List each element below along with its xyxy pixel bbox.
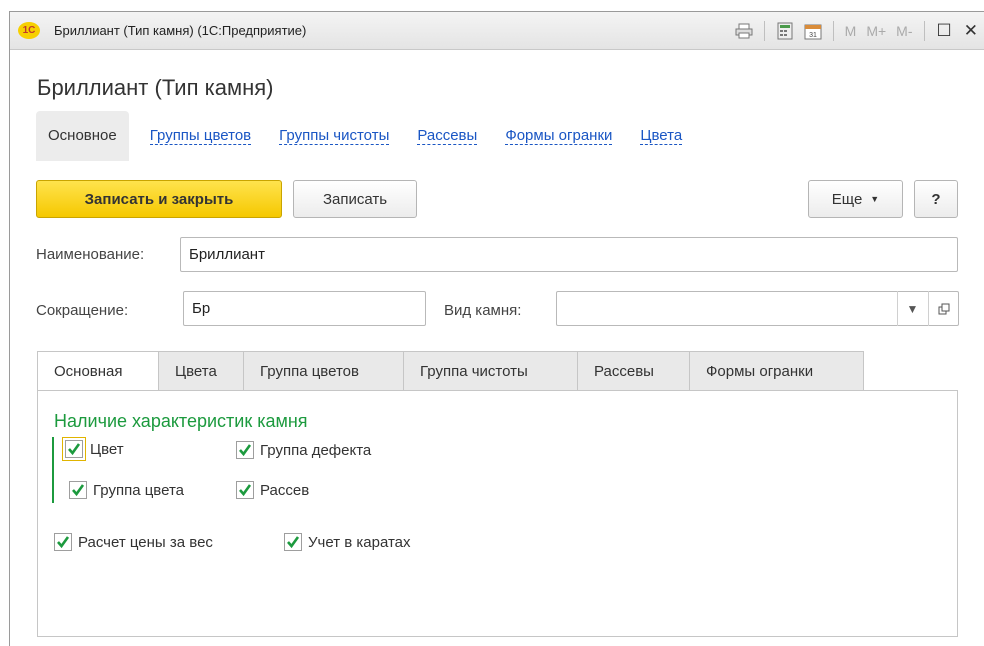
- nav-item-main[interactable]: Основное: [36, 111, 129, 161]
- form-window: 1С Бриллиант (Тип камня) (1С:Предприятие…: [9, 11, 984, 646]
- close-icon[interactable]: ✕: [964, 21, 978, 41]
- checkbox-box: [69, 481, 87, 499]
- checkbox-label: Расчет цены за вес: [78, 533, 213, 551]
- name-label: Наименование:: [36, 246, 145, 263]
- title-bar-tools: 31 M M+ M- ☐ ✕: [730, 12, 984, 50]
- checkbox-color[interactable]: Цвет: [62, 437, 124, 461]
- checkbox-label: Рассев: [260, 481, 310, 499]
- nav-item-colors[interactable]: Цвета: [640, 127, 683, 145]
- checkbox-label: Цвет: [90, 440, 124, 458]
- tab-clarity-group[interactable]: Группа чистоты: [404, 351, 578, 391]
- tab-main[interactable]: Основная: [37, 351, 159, 391]
- open-icon[interactable]: [928, 291, 958, 326]
- nav-item-clarity-groups[interactable]: Группы чистоты: [279, 127, 390, 145]
- checkbox-label: Группа дефекта: [260, 441, 372, 459]
- tab-color-group[interactable]: Группа цветов: [244, 351, 404, 391]
- separator: [923, 21, 925, 41]
- name-field[interactable]: Бриллиант: [180, 237, 958, 272]
- form-navigation: Основное Группы цветов Группы чистоты Ра…: [36, 111, 710, 161]
- calendar-icon[interactable]: 31: [802, 20, 824, 42]
- title-bar: 1С Бриллиант (Тип камня) (1С:Предприятие…: [10, 12, 984, 50]
- window-title: Бриллиант (Тип камня) (1С:Предприятие): [54, 23, 307, 38]
- memory-button-m-plus[interactable]: M+: [866, 23, 886, 39]
- checkbox-box: [236, 441, 254, 459]
- checkbox-price-by-weight[interactable]: Расчет цены за вес: [54, 533, 213, 551]
- print-icon[interactable]: [733, 20, 755, 42]
- checkbox-box: [65, 440, 83, 458]
- maximize-icon[interactable]: ☐: [937, 21, 952, 41]
- stone-kind-label: Вид камня:: [444, 302, 522, 319]
- checkbox-color-group[interactable]: Группа цвета: [69, 481, 184, 499]
- calculator-icon[interactable]: [774, 20, 796, 42]
- separator: [832, 21, 834, 41]
- checkmark-icon: [57, 536, 70, 549]
- checkbox-box: [284, 533, 302, 551]
- checkbox-box: [236, 481, 254, 499]
- svg-text:31: 31: [809, 32, 817, 39]
- chevron-down-icon: ▼: [870, 194, 880, 204]
- more-button[interactable]: Еще ▼: [808, 180, 903, 218]
- tab-cut-shapes[interactable]: Формы огранки: [690, 351, 864, 391]
- help-button[interactable]: ?: [914, 180, 958, 218]
- nav-item-cut-shapes[interactable]: Формы огранки: [505, 127, 613, 145]
- checkmark-icon: [72, 484, 85, 497]
- tab-bar: Основная Цвета Группа цветов Группа чист…: [37, 351, 864, 391]
- checkmark-icon: [239, 484, 252, 497]
- save-button[interactable]: Записать: [293, 180, 417, 218]
- checkbox-defect-group[interactable]: Группа дефекта: [236, 441, 371, 459]
- group-indicator-bar: [52, 437, 54, 503]
- focus-ring: [62, 437, 86, 461]
- memory-button-m-minus[interactable]: M-: [896, 23, 912, 39]
- nav-item-color-groups[interactable]: Группы цветов: [149, 127, 252, 145]
- app-logo-icon: 1С: [18, 22, 40, 39]
- checkbox-box: [54, 533, 72, 551]
- short-name-label: Сокращение:: [36, 302, 129, 319]
- nav-item-sieves[interactable]: Рассевы: [417, 127, 478, 145]
- group-title: Наличие характеристик камня: [54, 411, 308, 431]
- checkmark-icon: [68, 443, 81, 456]
- checkmark-icon: [239, 444, 252, 457]
- tab-panel-main: Наличие характеристик камня Цвет Группа …: [37, 390, 958, 637]
- separator: [763, 21, 765, 41]
- short-name-field[interactable]: Бр: [183, 291, 426, 326]
- more-button-label: Еще: [831, 190, 863, 208]
- checkbox-sieve[interactable]: Рассев: [236, 481, 309, 499]
- save-and-close-button[interactable]: Записать и закрыть: [36, 180, 282, 218]
- tab-colors[interactable]: Цвета: [159, 351, 244, 391]
- checkmark-icon: [287, 536, 300, 549]
- checkbox-label: Группа цвета: [93, 481, 184, 499]
- memory-button-m[interactable]: M: [845, 23, 857, 39]
- checkbox-carat-accounting[interactable]: Учет в каратах: [284, 533, 411, 551]
- page-title: Бриллиант (Тип камня): [37, 75, 274, 100]
- tab-sieves[interactable]: Рассевы: [578, 351, 690, 391]
- dropdown-arrow-icon[interactable]: ▼: [897, 291, 927, 326]
- checkbox-label: Учет в каратах: [308, 533, 411, 551]
